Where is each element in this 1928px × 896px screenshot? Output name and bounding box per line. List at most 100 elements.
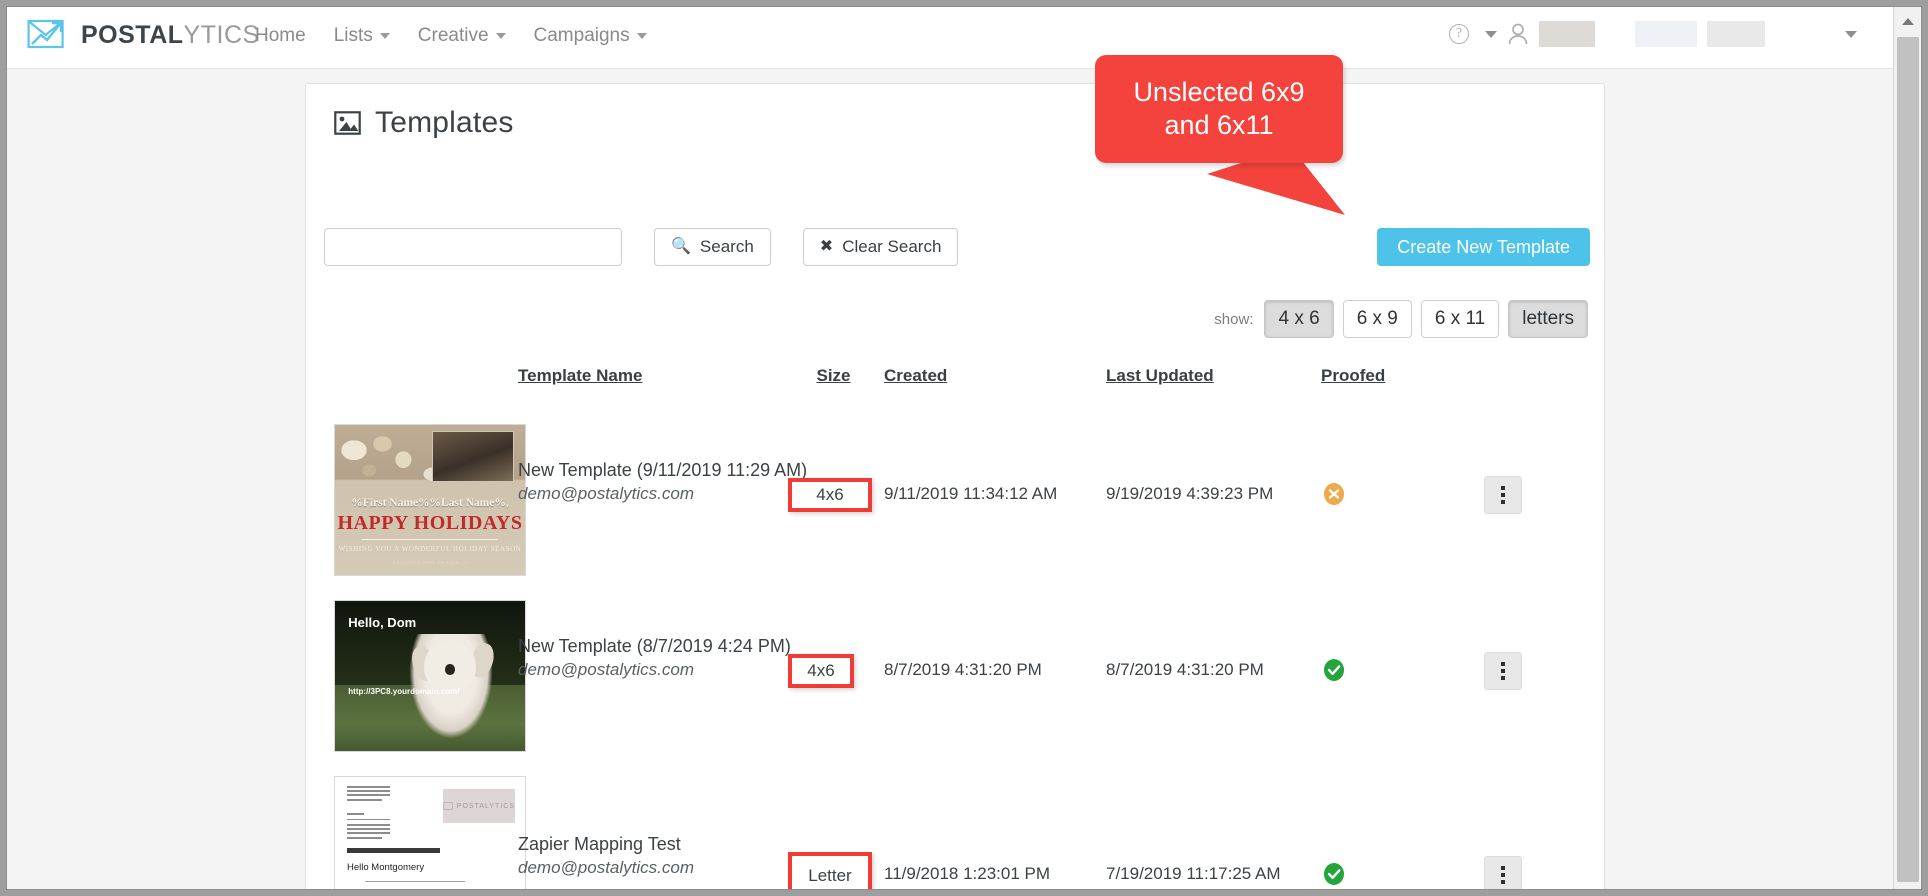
image-icon: [334, 111, 361, 135]
size-filter-6x11[interactable]: 6 x 11: [1420, 300, 1500, 338]
template-owner-email: demo@postalytics.com: [518, 660, 694, 679]
letter-document-artwork: POSTALYTICS Hello Montgomery: [335, 777, 525, 890]
template-created: 11/9/2018 1:23:01 PM: [884, 864, 1051, 883]
thumb-line-2: HAPPY HOLIDAYS: [337, 512, 523, 534]
callout-text: Unslected 6x9 and 6x11: [1133, 76, 1304, 142]
scroll-up-button[interactable]: [1894, 7, 1921, 35]
scrollbar-thumb[interactable]: [1897, 37, 1919, 882]
kebab-dot: [1501, 486, 1505, 490]
row-actions-button[interactable]: [1484, 476, 1522, 514]
kebab-dot: [1501, 662, 1505, 666]
template-size: 4x6: [788, 478, 872, 512]
help-chevron-down-icon[interactable]: [1485, 30, 1497, 38]
table-row[interactable]: POSTALYTICS Hello Montgomery Zapier Mapp…: [306, 754, 1606, 890]
brand-name: POSTALYTICS: [81, 20, 260, 49]
thumb-url: http://3PC8.yourdomain.com/: [348, 686, 460, 696]
x-icon: ✖: [819, 238, 834, 255]
nav-item-creative[interactable]: Creative: [418, 25, 506, 47]
clear-search-button[interactable]: ✖ Clear Search: [802, 228, 959, 266]
nav-item-campaigns[interactable]: Campaigns: [534, 25, 647, 47]
orange-x-circle-icon: [1324, 483, 1344, 505]
page-viewport: POSTALYTICS Home Lists Creative Campaign…: [6, 6, 1922, 890]
holiday-card-artwork: %First Name%%Last Name%, HAPPY HOLIDAYS …: [335, 425, 525, 575]
brand-name-light: YTICS: [183, 20, 260, 49]
column-header-created[interactable]: Created: [884, 366, 1104, 386]
template-created: 8/7/2019 4:31:20 PM: [884, 660, 1042, 679]
template-name[interactable]: New Template (8/7/2019 4:24 PM): [518, 636, 791, 657]
template-size: 4x6: [788, 654, 854, 688]
template-last-updated: 8/7/2019 4:31:20 PM: [1106, 660, 1264, 679]
letter-from-address: [347, 786, 391, 801]
search-button[interactable]: 🔍 Search: [654, 228, 771, 266]
template-last-updated: 9/19/2019 4:39:23 PM: [1106, 484, 1274, 503]
callout-bubble: Unslected 6x9 and 6x11: [1095, 55, 1343, 163]
green-check-circle-icon: [1324, 863, 1344, 885]
thumb-greeting: Hello, Dom: [348, 614, 417, 630]
kebab-dot: [1501, 873, 1505, 877]
clear-search-button-label: Clear Search: [842, 237, 942, 256]
kebab-dot: [1501, 493, 1505, 497]
help-icon[interactable]: ?: [1449, 24, 1469, 44]
brand-logo[interactable]: POSTALYTICS: [27, 17, 260, 53]
scroll-up-arrow-icon: [1901, 17, 1914, 25]
template-name[interactable]: Zapier Mapping Test: [518, 834, 681, 855]
nav-item-home-label: Home: [255, 25, 306, 46]
letter-barcode: [347, 847, 440, 853]
size-filter-group: show: 4 x 6 6 x 9 6 x 11 letters: [1214, 300, 1588, 338]
account-detail-redacted-1: [1635, 21, 1697, 47]
size-filter-6x9[interactable]: 6 x 9: [1342, 300, 1412, 338]
kebab-dot: [1501, 669, 1505, 673]
kebab-dot: [1501, 866, 1505, 870]
template-thumbnail[interactable]: POSTALYTICS Hello Montgomery: [334, 776, 526, 890]
template-name[interactable]: New Template (9/11/2019 11:29 AM): [518, 460, 807, 481]
decor-dog-nose: [445, 664, 455, 675]
template-thumbnail[interactable]: Hello, Dom http://3PC8.yourdomain.com/: [334, 600, 526, 752]
kebab-dot: [1501, 500, 1505, 504]
template-thumbnail[interactable]: %First Name%%Last Name%, HAPPY HOLIDAYS …: [334, 424, 526, 576]
column-header-last-updated[interactable]: Last Updated: [1106, 366, 1326, 386]
nav-item-lists-label: Lists: [333, 25, 373, 46]
table-row[interactable]: %First Name%%Last Name%, HAPPY HOLIDAYS …: [306, 402, 1606, 578]
search-input[interactable]: [324, 228, 622, 266]
row-actions-button[interactable]: [1484, 652, 1522, 690]
account-name-redacted: [1539, 21, 1595, 47]
vertical-scrollbar[interactable]: [1893, 7, 1921, 889]
template-owner-email: demo@postalytics.com: [518, 484, 694, 503]
letter-brand-text: POSTALYTICS: [456, 802, 515, 810]
chevron-down-icon: [495, 33, 506, 39]
letter-to-address: [347, 812, 391, 839]
template-created: 9/11/2019 11:34:12 AM: [884, 484, 1058, 503]
column-header-size[interactable]: Size: [786, 366, 881, 386]
decor-photo: [431, 431, 514, 482]
callout-line-2: and 6x11: [1164, 110, 1274, 140]
callout-line-1: Unslected 6x9: [1133, 77, 1305, 108]
size-filter-label: show:: [1214, 310, 1254, 328]
letter-paragraph: [365, 889, 498, 890]
nav-item-home[interactable]: Home: [255, 25, 306, 47]
thumb-line-3: WISHING YOU A WONDERFUL HOLIDAY SEASON: [338, 545, 522, 553]
page-title-text: Templates: [375, 106, 514, 139]
column-header-template-name[interactable]: Template Name: [518, 366, 788, 386]
account-chevron-down-icon[interactable]: [1845, 30, 1857, 38]
letter-brand-block: POSTALYTICS: [442, 789, 515, 823]
top-navigation-bar: POSTALYTICS Home Lists Creative Campaign…: [7, 7, 1893, 69]
letter-greeting: Hello Montgomery: [347, 861, 425, 873]
search-row: 🔍 Search ✖ Clear Search: [324, 228, 959, 266]
nav-item-lists[interactable]: Lists: [334, 25, 390, 47]
row-actions-button[interactable]: [1484, 856, 1522, 889]
nav-item-campaigns-label: Campaigns: [533, 25, 630, 46]
letter-brand-mark-icon: [442, 802, 453, 810]
kebab-dot: [1501, 880, 1505, 884]
table-row[interactable]: Hello, Dom http://3PC8.yourdomain.com/ N…: [306, 578, 1606, 754]
thumb-line-1: %First Name%%Last Name%,: [351, 497, 509, 509]
template-owner-email: demo@postalytics.com: [518, 858, 694, 877]
brand-name-bold: POSTAL: [81, 20, 184, 49]
size-filter-letters[interactable]: letters: [1508, 300, 1588, 338]
column-header-proofed[interactable]: Proofed: [1321, 366, 1431, 386]
nav-links: Home Lists Creative Campaigns: [255, 25, 647, 47]
template-size: Letter: [788, 852, 872, 889]
size-filter-4x6[interactable]: 4 x 6: [1264, 300, 1334, 338]
table-header-row: Template Name Size Created Last Updated …: [306, 366, 1606, 402]
envelope-chart-icon: [27, 19, 64, 49]
browser-window: POSTALYTICS Home Lists Creative Campaign…: [0, 0, 1928, 896]
